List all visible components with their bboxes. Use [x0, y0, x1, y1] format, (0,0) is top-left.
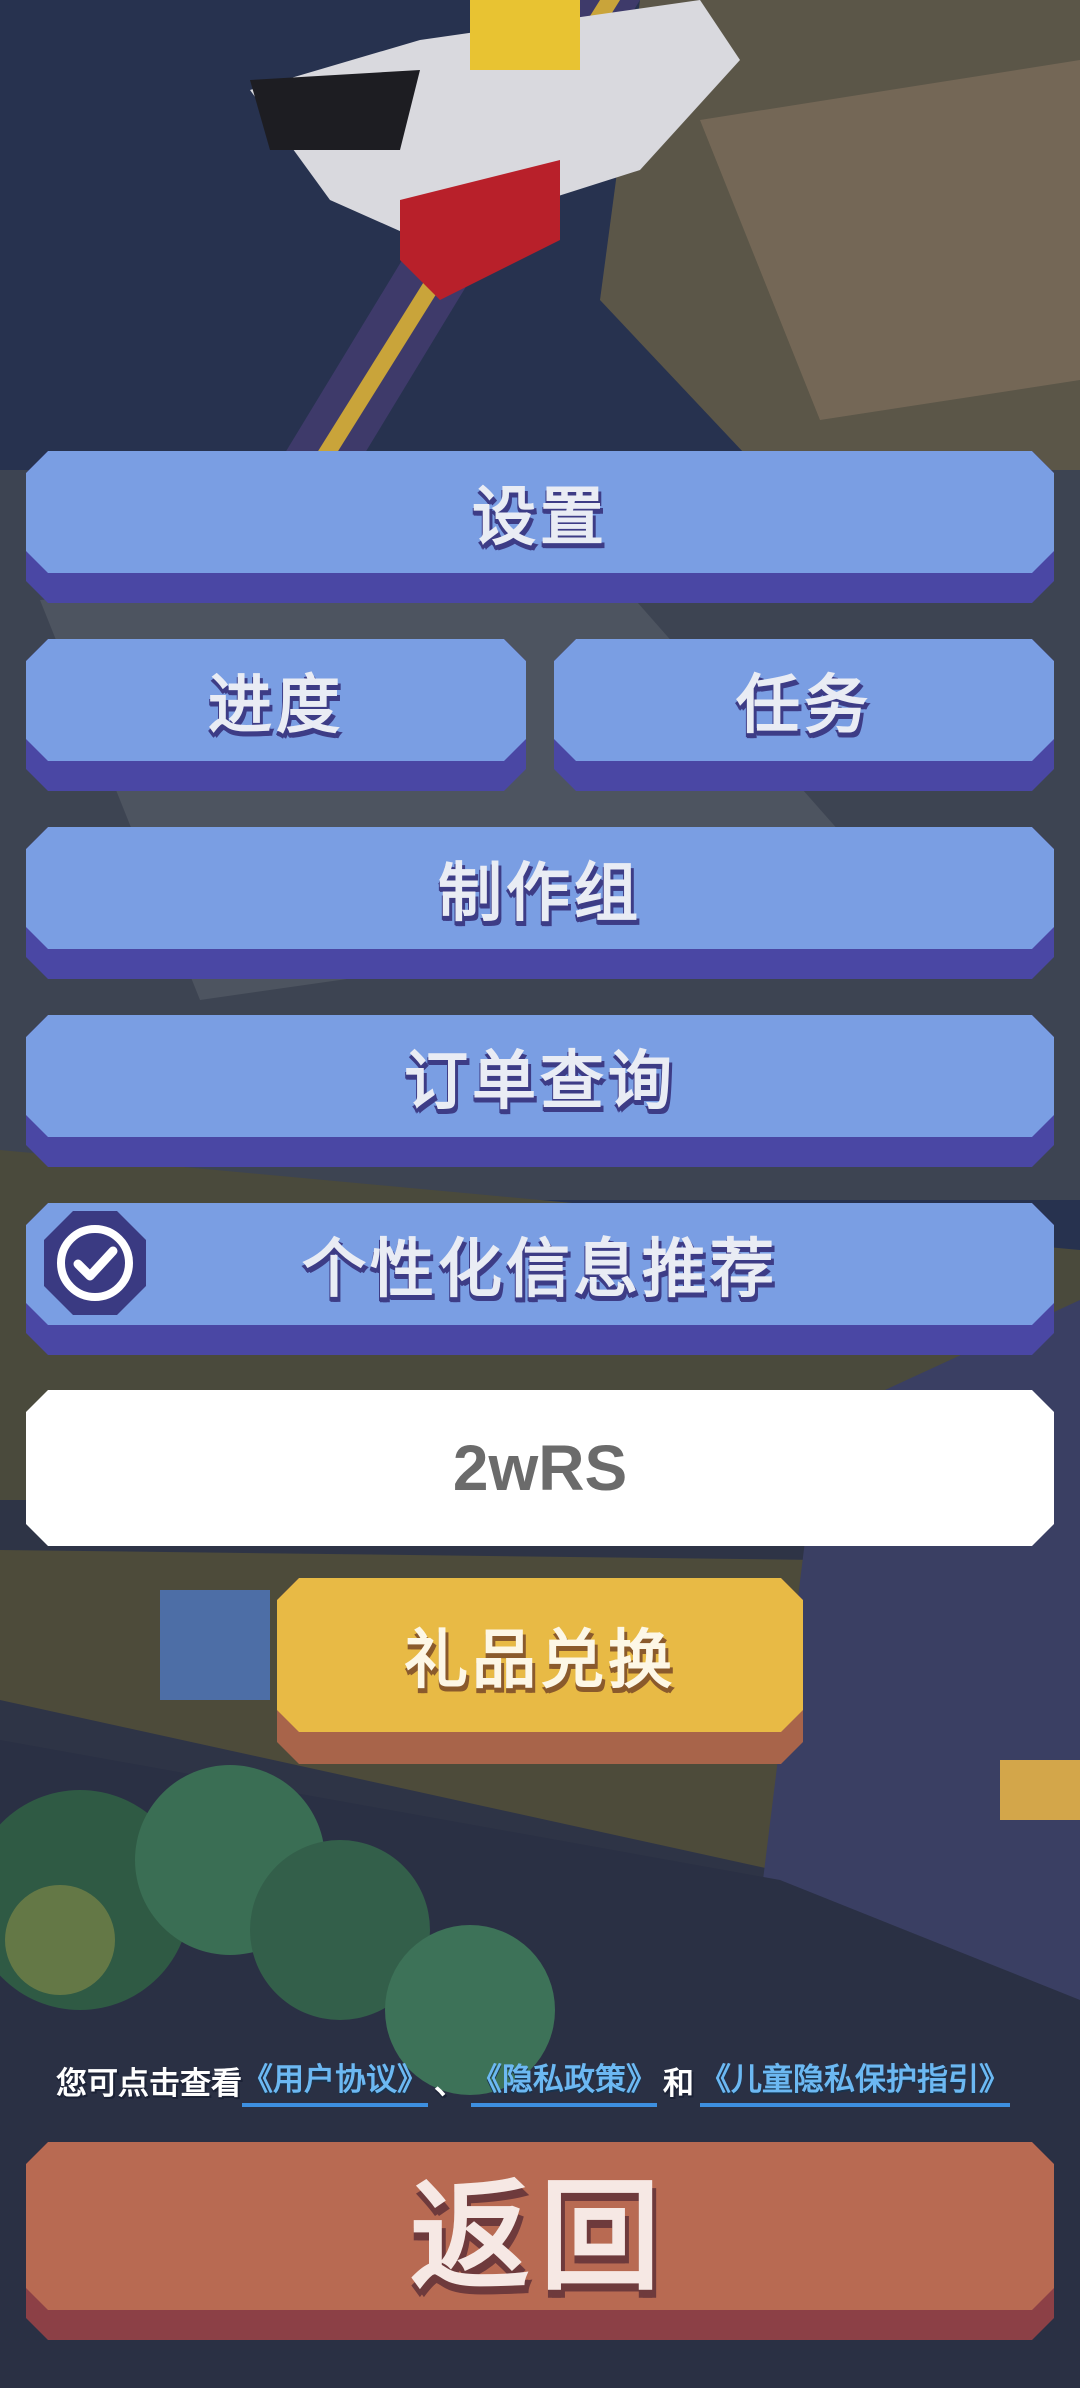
tasks-label: 任务: [736, 669, 872, 743]
credits-button[interactable]: 制作组: [26, 827, 1054, 979]
tasks-button[interactable]: 任务: [554, 639, 1054, 791]
legal-and: 和: [663, 2065, 694, 2102]
gift-redeem-button-face: 礼品兑换: [277, 1578, 803, 1732]
privacy-policy-link[interactable]: 《隐私政策》: [471, 2054, 657, 2107]
checkbox-checked-icon[interactable]: [40, 1207, 150, 1319]
settings-label: 设置: [472, 481, 608, 555]
game-scene-background: [0, 0, 1080, 2388]
legal-notice: 您可点击查看 《用户协议》 、 《隐私政策》 和 《儿童隐私保护指引》: [56, 2052, 1046, 2108]
child-privacy-link[interactable]: 《儿童隐私保护指引》: [700, 2054, 1010, 2107]
user-agreement-link[interactable]: 《用户协议》: [242, 2054, 428, 2107]
progress-button[interactable]: 进度: [26, 639, 526, 791]
legal-prefix: 您可点击查看: [56, 2065, 242, 2102]
settings-button-face: 设置: [26, 451, 1054, 573]
personalized-toggle-face: 个性化信息推荐: [26, 1203, 1054, 1325]
credits-button-face: 制作组: [26, 827, 1054, 949]
back-label: 返回: [410, 2168, 670, 2307]
tasks-button-face: 任务: [554, 639, 1054, 761]
credits-label: 制作组: [438, 857, 642, 931]
settings-button[interactable]: 设置: [26, 451, 1054, 603]
progress-button-face: 进度: [26, 639, 526, 761]
personalized-recommendation-toggle[interactable]: 个性化信息推荐: [26, 1203, 1054, 1355]
order-query-label: 订单查询: [404, 1045, 676, 1119]
order-query-button[interactable]: 订单查询: [26, 1015, 1054, 1167]
progress-label: 进度: [208, 669, 344, 743]
order-query-button-face: 订单查询: [26, 1015, 1054, 1137]
back-button[interactable]: 返回: [26, 2142, 1054, 2340]
redeem-code-input[interactable]: [26, 1390, 1054, 1546]
back-button-face: 返回: [26, 2142, 1054, 2310]
game-scene-art: [0, 0, 1080, 2388]
personalized-label: 个性化信息推荐: [302, 1233, 778, 1307]
legal-separator: 、: [434, 2065, 465, 2102]
gift-redeem-button[interactable]: 礼品兑换: [277, 1578, 803, 1764]
gift-redeem-label: 礼品兑换: [404, 1624, 676, 1698]
